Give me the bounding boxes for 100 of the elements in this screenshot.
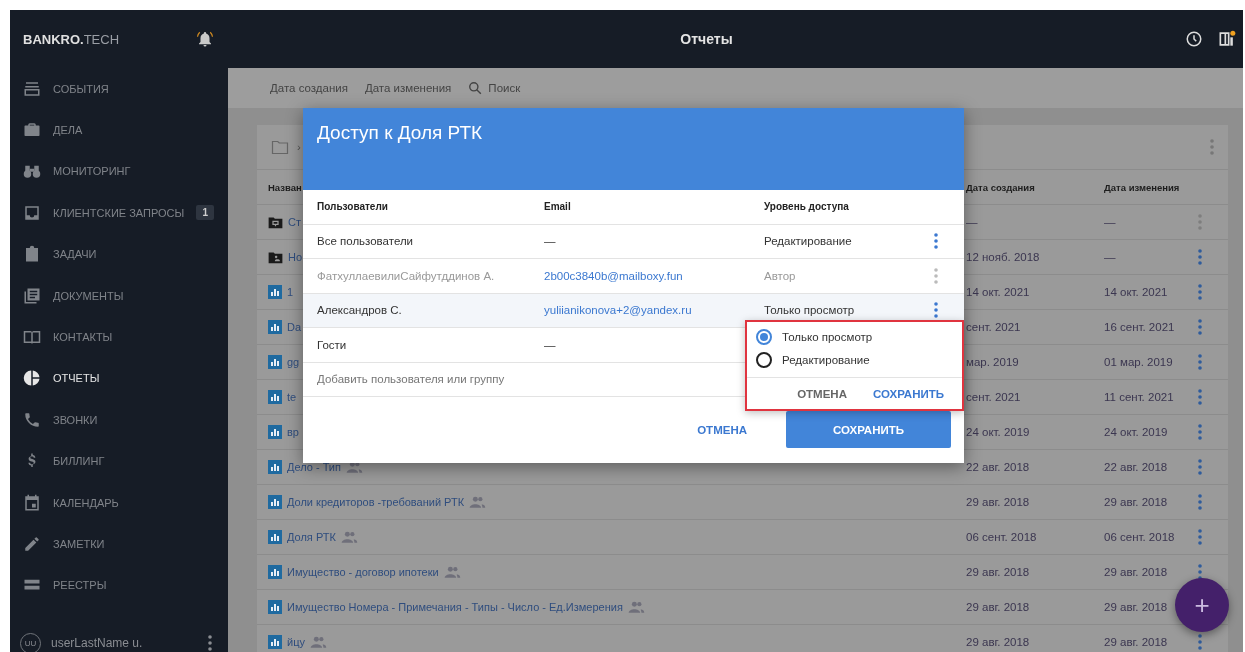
- column-header[interactable]: Дата создания: [966, 181, 1035, 193]
- app-logo[interactable]: BANKRO.TECH: [23, 31, 120, 47]
- more-icon[interactable]: [208, 635, 212, 651]
- more-icon[interactable]: [1198, 249, 1202, 265]
- date-cell: 14 окт. 2021: [1104, 286, 1168, 298]
- user-name: userLastName u.: [51, 636, 143, 650]
- report-icon: [268, 320, 282, 334]
- report-name[interactable]: Доля РТК: [287, 531, 336, 543]
- column-header: Пользователи: [317, 201, 388, 213]
- sidebar-item[interactable]: КАЛЕНДАРЬ: [10, 481, 228, 524]
- inbox-icon: [23, 203, 41, 222]
- report-icon: [268, 600, 282, 614]
- report-name[interactable]: 1: [287, 286, 294, 298]
- access-option[interactable]: Только просмотр: [747, 325, 962, 348]
- cancel-button[interactable]: ОТМЕНА: [791, 387, 853, 401]
- sidebar-item[interactable]: КЛИЕНТСКИЕ ЗАПРОСЫ 1: [10, 192, 228, 234]
- sidebar-item[interactable]: МОНИТОРИНГ: [10, 150, 228, 193]
- date-cell: 29 авг. 2018: [1104, 496, 1168, 508]
- more-icon[interactable]: [1198, 634, 1202, 650]
- documents-icon: [23, 286, 41, 305]
- more-icon[interactable]: [1198, 319, 1202, 335]
- cancel-button[interactable]: ОТМЕНА: [691, 422, 753, 437]
- breadcrumb-separator: ›: [297, 141, 301, 153]
- date-cell: —: [966, 216, 978, 228]
- report-name[interactable]: gg: [287, 356, 300, 368]
- search-icon: [468, 81, 483, 95]
- user-name: Александров С.: [317, 304, 402, 317]
- calendar-icon: [23, 493, 41, 512]
- date-cell: —: [1104, 216, 1116, 228]
- report-icon: [268, 460, 282, 474]
- report-name[interactable]: Но: [288, 251, 303, 263]
- sidebar-item[interactable]: БИЛЛИНГ: [10, 440, 228, 482]
- sidebar-item[interactable]: ОТЧЕТЫ: [10, 357, 228, 400]
- report-icon: [268, 635, 282, 649]
- folder-person-icon: [268, 250, 283, 264]
- report-name[interactable]: Имущество - договор ипотеки: [287, 566, 439, 578]
- date-cell: сент. 2021: [966, 321, 1021, 333]
- folder-monitor-icon: [268, 215, 283, 229]
- date-cell: 24 окт. 2019: [966, 426, 1030, 438]
- access-level: Только просмотр: [764, 304, 855, 317]
- date-cell: 22 авг. 2018: [966, 461, 1030, 473]
- column-header[interactable]: Дата изменения: [1104, 181, 1180, 193]
- more-icon[interactable]: [1198, 564, 1202, 580]
- access-level: Редактирование: [764, 235, 852, 248]
- date-cell: 29 авг. 2018: [1104, 566, 1168, 578]
- sidebar-item[interactable]: ЗАДАЧИ: [10, 233, 228, 275]
- more-icon[interactable]: [934, 302, 938, 319]
- more-icon[interactable]: [1198, 529, 1202, 545]
- column-header[interactable]: Назван: [268, 181, 302, 193]
- report-name[interactable]: йцу: [287, 636, 305, 648]
- date-cell: —: [1104, 251, 1116, 263]
- sidebar-item[interactable]: КОНТАКТЫ: [10, 316, 228, 358]
- more-icon[interactable]: [1198, 389, 1202, 405]
- sidebar-item[interactable]: ДОКУМЕНТЫ: [10, 274, 228, 317]
- report-icon: [268, 285, 282, 299]
- sidebar-item[interactable]: РЕЕСТРЫ: [10, 564, 228, 607]
- report-name[interactable]: te: [287, 391, 297, 403]
- more-icon[interactable]: [1198, 354, 1202, 370]
- sort-link[interactable]: Дата создания: [270, 82, 348, 94]
- date-cell: 14 окт. 2021: [966, 286, 1030, 298]
- more-icon[interactable]: [1198, 459, 1202, 475]
- date-cell: 11 сент. 2021: [1104, 391, 1174, 403]
- report-name[interactable]: Da: [287, 321, 302, 333]
- column-header: Уровень доступа: [764, 201, 849, 213]
- date-cell: сент. 2021: [966, 391, 1021, 403]
- phone-icon: [23, 410, 41, 429]
- sidebar-item[interactable]: ДЕЛА: [10, 109, 228, 151]
- radio-button[interactable]: [756, 351, 772, 368]
- panel-icon[interactable]: [1217, 29, 1237, 49]
- sidebar-item[interactable]: СОБЫТИЯ: [10, 68, 228, 110]
- report-name[interactable]: вр: [287, 426, 299, 438]
- date-cell: 29 авг. 2018: [966, 601, 1030, 613]
- sort-link[interactable]: Дата изменения: [364, 82, 452, 94]
- report-name[interactable]: Дело - Тип: [287, 461, 341, 473]
- more-icon[interactable]: [1198, 424, 1202, 440]
- count-badge: 1: [196, 205, 214, 221]
- user-row[interactable]: Все пользователи — Редактирование: [303, 224, 964, 259]
- radio-button[interactable]: [756, 328, 772, 345]
- clock-icon[interactable]: [1185, 30, 1203, 48]
- email-link[interactable]: yuliianikonova+2@yandex.ru: [544, 304, 692, 317]
- report-name[interactable]: Ст: [288, 216, 301, 228]
- report-icon: [268, 425, 282, 439]
- date-cell: мар. 2019: [966, 356, 1019, 368]
- more-icon[interactable]: [1198, 284, 1202, 300]
- report-icon: [268, 355, 282, 369]
- access-level: Автор: [764, 269, 796, 282]
- report-name[interactable]: Имущество Номера - Примечания - Типы - Число - Ед.Измерения: [287, 601, 623, 613]
- more-icon[interactable]: [934, 233, 938, 250]
- user-name: Все пользователи: [317, 235, 414, 248]
- sidebar-item[interactable]: ЗАМЕТКИ: [10, 523, 228, 565]
- clipboard-check-icon: [23, 245, 41, 264]
- search-button[interactable]: Поиск: [468, 81, 521, 95]
- more-icon[interactable]: [1198, 494, 1202, 510]
- sidebar-item[interactable]: ЗВОНКИ: [10, 399, 228, 441]
- dialog-title: Доступ к Доля РТК: [317, 122, 483, 144]
- report-icon: [268, 390, 282, 404]
- date-cell: 06 сент. 2018: [1104, 531, 1175, 543]
- save-button[interactable]: СОХРАНИТЬ: [866, 387, 950, 401]
- report-name[interactable]: Доли кредиторов -требований РТК: [287, 496, 465, 508]
- save-button[interactable]: СОХРАНИТЬ: [786, 411, 951, 448]
